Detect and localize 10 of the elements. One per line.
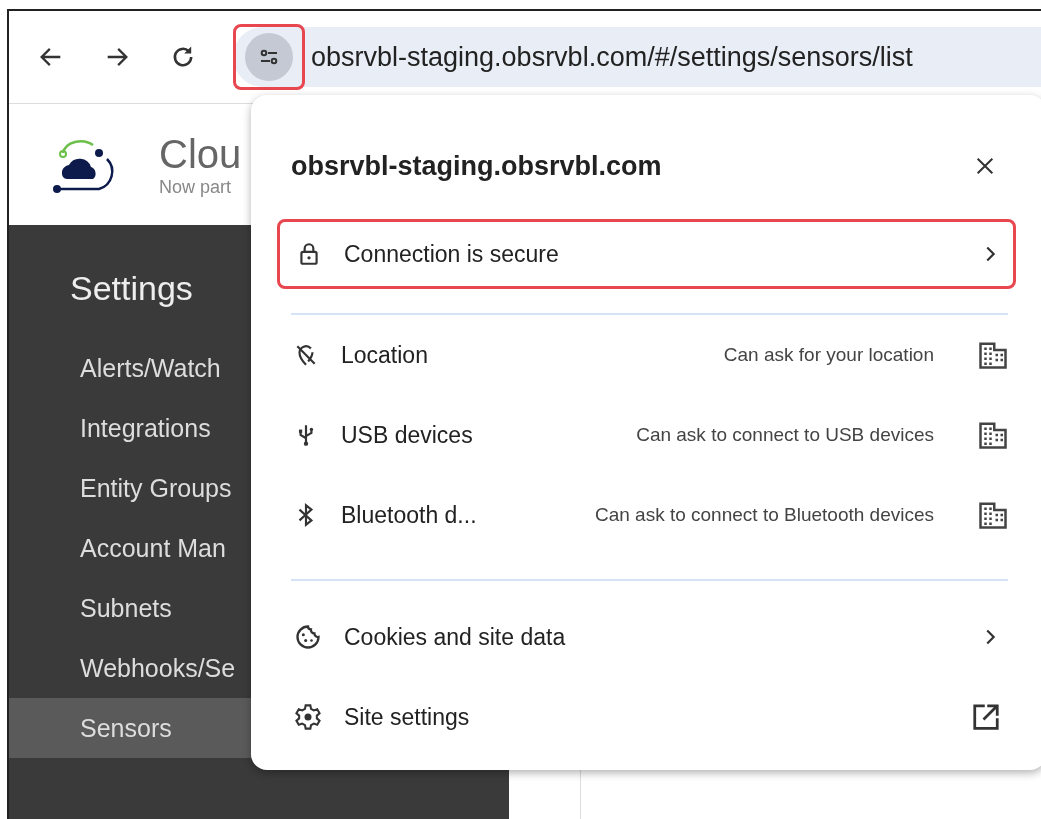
permission-label: USB devices — [341, 421, 473, 449]
permission-label: Bluetooth d... — [341, 501, 477, 529]
permission-status: Can ask for your location — [723, 344, 934, 366]
app-subtitle: Now part — [159, 176, 233, 198]
permission-status: Can ask to connect to Bluetooth devices — [594, 504, 934, 526]
sidebar-title: Settings — [69, 269, 194, 308]
permission-status: Can ask to connect to USB devices — [636, 424, 934, 446]
app-title: Clou — [159, 131, 242, 177]
popup-title: obsrvbl-staging.obsrvbl.com — [291, 150, 662, 182]
permission-label: Location — [341, 341, 428, 369]
